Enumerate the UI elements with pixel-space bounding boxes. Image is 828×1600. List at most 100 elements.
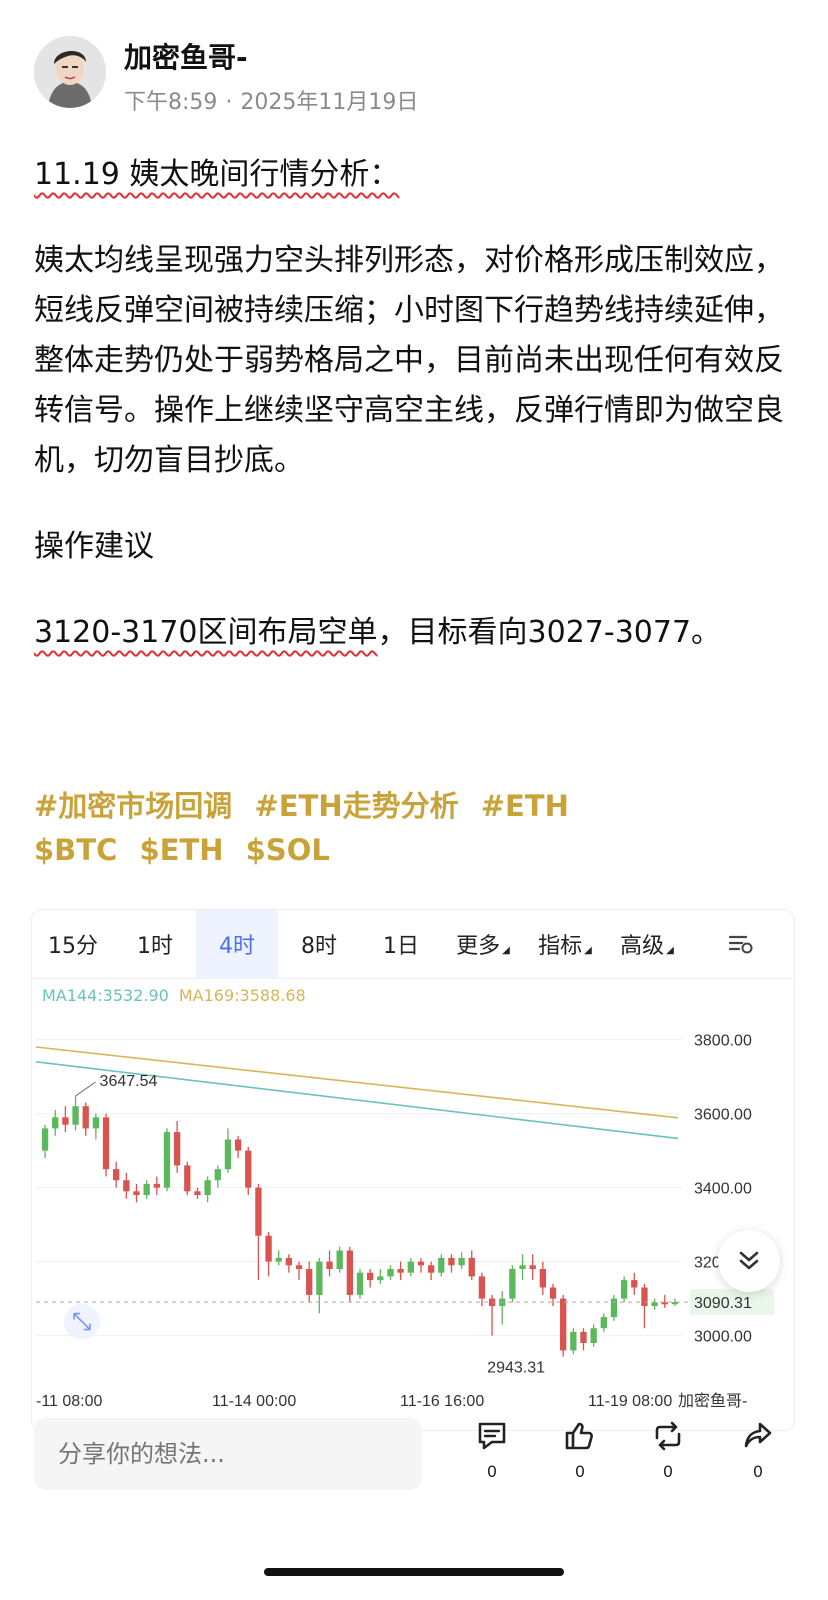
candle-body [641, 1287, 648, 1306]
candle-body [285, 1257, 293, 1266]
candle-body [438, 1257, 445, 1273]
post-title: 11.19 姨太晚间行情分析： [34, 157, 400, 192]
tab-label: 1时 [137, 934, 173, 959]
x-tick-label: 11-14 00:00 [212, 1393, 296, 1410]
home-indicator [264, 1568, 564, 1576]
candle-body [509, 1269, 516, 1299]
candle-body [52, 1117, 59, 1129]
tab-label: 8时 [301, 934, 337, 959]
y-tick-label: 3800.00 [694, 1033, 752, 1050]
comment-icon [478, 1422, 506, 1450]
candle-body [560, 1298, 567, 1351]
hashtag[interactable]: #ETH [481, 789, 569, 823]
ma-legend: MA144:3532.90 MA169:3588.68 [42, 986, 306, 1005]
chart-settings-button[interactable] [688, 910, 794, 978]
candle-body [316, 1261, 323, 1295]
tab-label: 15分 [48, 934, 98, 959]
candle-body [224, 1139, 232, 1170]
section-label: 操作建议 [34, 529, 154, 564]
high-pointer [75, 1081, 96, 1097]
candle-body [417, 1261, 425, 1266]
chart-card[interactable]: 15分 1时 4时 8时 1日 更多 ◢ 指标 ◢ 高级 ◢ MA144:3532.9… [32, 910, 794, 1430]
tab-advanced[interactable]: 高级 ◢ [606, 910, 688, 978]
cashtag[interactable]: $BTC [34, 833, 117, 867]
dropdown-triangle-icon: ◢ [666, 944, 674, 956]
candle-body [275, 1257, 282, 1262]
candle-body [326, 1261, 333, 1269]
like-button[interactable]: 0 [550, 1418, 610, 1498]
candle-body [123, 1180, 130, 1192]
tab-label: 高级 [620, 934, 665, 959]
scroll-down-button[interactable] [718, 1230, 780, 1292]
candle-body [529, 1265, 536, 1269]
candle-body [336, 1250, 343, 1269]
candle-body [580, 1331, 587, 1343]
post-date: 2025年11月19日 [240, 90, 419, 115]
author-name[interactable]: 加密鱼哥- [124, 36, 248, 76]
repost-count: 0 [662, 1462, 674, 1481]
candle-body [204, 1180, 211, 1195]
candle-body [570, 1331, 577, 1351]
watermark-text: 加密鱼哥- [678, 1392, 747, 1410]
candle-body [163, 1132, 171, 1188]
timeframe-tabs: 15分 1时 4时 8时 1日 更多 ◢ 指标 ◢ 高级 ◢ [32, 910, 794, 979]
comment-count: 0 [486, 1462, 498, 1481]
post-body: 姨太均线呈现强力空头排列形态，对价格形成压制效应，短线反弹空间被持续压缩；小时图… [34, 243, 784, 478]
candle-body [143, 1183, 150, 1195]
candle-body [184, 1165, 191, 1192]
tab-more[interactable]: 更多 ◢ [442, 910, 524, 978]
candle-body [346, 1250, 353, 1295]
cashtag[interactable]: $ETH [139, 833, 223, 867]
comment-button[interactable]: 0 [462, 1418, 522, 1498]
candle-body [519, 1265, 526, 1269]
hashtag[interactable]: #加密市场回调 [34, 789, 232, 823]
candle-body [539, 1269, 547, 1288]
tab-15m[interactable]: 15分 [32, 910, 114, 978]
candlestick-chart[interactable]: 3800.003600.003400.003200.003000.003647.… [32, 1010, 794, 1410]
share-button[interactable]: 0 [728, 1418, 788, 1498]
share-input[interactable] [34, 1418, 422, 1490]
post-header: 加密鱼哥- 下午8:59 · 2025年11月19日 [0, 0, 828, 130]
cashtag-row: $BTC $ETH $SOL [34, 828, 794, 872]
candle-body [133, 1191, 140, 1195]
candle-body [92, 1117, 100, 1129]
candle-body [448, 1257, 455, 1266]
repost-button[interactable]: 0 [638, 1418, 698, 1498]
candle-body [600, 1317, 607, 1329]
post-time: 下午8:59 [124, 90, 218, 115]
trade-suggestion: 3120-3170区间布局空单，目标看向3027-3077。 [34, 608, 794, 658]
candle-body [194, 1191, 201, 1195]
candle-body [356, 1272, 364, 1295]
suggestion-rest: ，目标看向3027-3077。 [377, 615, 722, 650]
hashtag-row: #加密市场回调 #ETH走势分析 #ETH [34, 784, 794, 828]
tab-1d[interactable]: 1日 [360, 910, 442, 978]
candle-body [41, 1128, 49, 1151]
candle-body [265, 1235, 272, 1262]
post-content: 11.19 姨太晚间行情分析： 姨太均线呈现强力空头排列形态，对价格形成压制效应… [34, 150, 794, 658]
candle-body [367, 1272, 374, 1281]
meta-separator: · [225, 90, 233, 115]
tab-label: 更多 [456, 934, 501, 959]
share-count: 0 [752, 1462, 764, 1481]
candle-body [478, 1276, 486, 1299]
composer-bar: 0 0 0 0 [0, 1410, 828, 1530]
candle-body [102, 1117, 110, 1170]
post-meta: 下午8:59 · 2025年11月19日 [124, 84, 418, 116]
candle-body [620, 1280, 628, 1299]
avatar[interactable] [34, 36, 106, 108]
chevron-double-down-icon [739, 1251, 759, 1270]
tab-4h[interactable]: 4时 [196, 910, 278, 978]
hashtag[interactable]: #ETH走势分析 [254, 789, 458, 823]
tab-1h[interactable]: 1时 [114, 910, 196, 978]
like-count: 0 [574, 1462, 586, 1481]
candle-body [82, 1106, 89, 1129]
candle-body [397, 1269, 404, 1273]
suggestion-highlight: 3120-3170区间布局空单 [34, 615, 378, 650]
candle-body [214, 1169, 221, 1181]
tab-8h[interactable]: 8时 [278, 910, 360, 978]
ma169-label: MA169:3588.68 [178, 986, 306, 1005]
candle-body [631, 1280, 638, 1288]
tab-indicators[interactable]: 指标 ◢ [524, 910, 606, 978]
cashtag[interactable]: $SOL [246, 833, 330, 867]
candle-body [153, 1183, 160, 1188]
